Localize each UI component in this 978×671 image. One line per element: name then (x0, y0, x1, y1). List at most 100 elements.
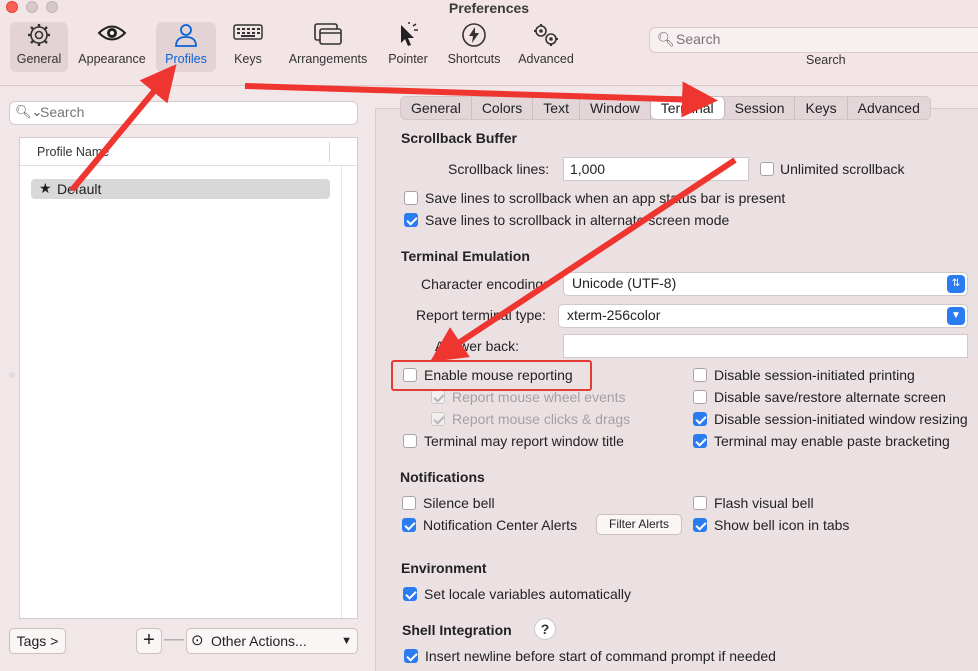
disable-printing-label: Disable session-initiated printing (714, 367, 915, 383)
paste-bracketing-label: Terminal may enable paste bracketing (714, 433, 950, 449)
profile-search[interactable]: 🔍︎⌄ (9, 101, 358, 125)
toolbar-label: Profiles (165, 52, 207, 66)
column-divider (329, 142, 330, 162)
scrollback-heading: Scrollback Buffer (401, 130, 517, 146)
toolbar-label: General (16, 52, 62, 66)
save-status-bar-checkbox[interactable] (404, 191, 418, 205)
split-handle[interactable] (9, 372, 15, 378)
toolbar-shortcuts[interactable]: Shortcuts (443, 22, 505, 72)
mouse-wheel-label: Report mouse wheel events (452, 389, 626, 405)
profile-tabs: General Colors Text Window Terminal Sess… (400, 96, 931, 120)
toolbar-label: Keys (234, 52, 262, 66)
tab-text[interactable]: Text (533, 97, 580, 119)
tab-keys[interactable]: Keys (795, 97, 848, 119)
other-actions-label: Other Actions... (211, 633, 307, 649)
toolbar-keys[interactable]: Keys (224, 22, 272, 72)
scrollback-lines-field[interactable] (563, 157, 749, 181)
report-title-checkbox[interactable] (403, 434, 417, 448)
keyboard-icon (224, 22, 272, 52)
answer-back-label: Answer back: (435, 338, 520, 354)
remove-profile-button[interactable]: — (162, 628, 186, 654)
toolbar-label: Arrangements (288, 52, 368, 66)
preferences-window: Preferences General Appearance Profiles … (0, 0, 978, 671)
insert-newline-checkbox[interactable] (404, 649, 418, 663)
toolbar-label: Shortcuts (447, 52, 501, 66)
flash-bell-label: Flash visual bell (714, 495, 814, 511)
toolbar-search[interactable]: 🔍︎ (649, 27, 978, 53)
center-alerts-label: Notification Center Alerts (423, 517, 578, 533)
star-icon: ★ (39, 180, 52, 196)
flash-bell-checkbox[interactable] (693, 496, 707, 510)
paste-bracketing-checkbox[interactable] (693, 434, 707, 448)
tab-advanced[interactable]: Advanced (848, 97, 930, 119)
disable-alt-screen-checkbox[interactable] (693, 390, 707, 404)
silence-bell-label: Silence bell (423, 495, 495, 511)
silence-bell-checkbox[interactable] (402, 496, 416, 510)
locale-checkbox[interactable] (403, 587, 417, 601)
tab-session[interactable]: Session (725, 97, 796, 119)
profile-search-input[interactable] (40, 104, 340, 120)
toolbar-label: Pointer (388, 52, 428, 66)
insert-newline-label: Insert newline before start of command p… (425, 648, 776, 664)
report-type-label: Report terminal type: (416, 307, 546, 323)
toolbar-arrangements[interactable]: Arrangements (284, 22, 372, 72)
scrollback-lines-label: Scrollback lines: (448, 161, 550, 177)
help-button[interactable]: ? (534, 618, 556, 640)
toolbar-search-input[interactable] (676, 31, 976, 47)
emulation-heading: Terminal Emulation (401, 248, 530, 264)
add-profile-button[interactable]: + (136, 628, 162, 654)
profile-list-header: Profile Name (20, 138, 357, 166)
unlimited-scrollback-checkbox[interactable] (760, 162, 774, 176)
chevron-down-icon: ▼ (947, 307, 965, 325)
person-icon (156, 22, 216, 52)
save-status-bar-label: Save lines to scrollback when an app sta… (425, 190, 786, 206)
bell-icon-checkbox[interactable] (693, 518, 707, 532)
environment-heading: Environment (401, 560, 487, 576)
encoding-popup[interactable]: Unicode (UTF-8) ⇅ (563, 272, 968, 296)
window-title: Preferences (448, 0, 530, 16)
shell-integration-heading: Shell Integration (402, 622, 512, 638)
locale-label: Set locale variables automatically (424, 586, 631, 602)
tab-general[interactable]: General (401, 97, 472, 119)
eye-icon (76, 22, 148, 52)
profile-list: Profile Name ★ Default (19, 137, 358, 619)
answer-back-field[interactable] (563, 334, 968, 358)
center-alerts-checkbox[interactable] (402, 518, 416, 532)
mouse-clicks-checkbox[interactable] (431, 412, 445, 426)
notifications-heading: Notifications (400, 469, 485, 485)
chevron-down-icon: ▼ (341, 635, 352, 647)
other-actions-button[interactable]: ⊙ Other Actions... ▼ (186, 628, 358, 654)
disable-resize-checkbox[interactable] (693, 412, 707, 426)
mouse-wheel-checkbox[interactable] (431, 390, 445, 404)
bell-icon-label: Show bell icon in tabs (714, 517, 850, 533)
tab-window[interactable]: Window (580, 97, 651, 119)
gear-icon (10, 22, 68, 52)
toolbar-advanced[interactable]: Advanced (514, 22, 578, 72)
search-icon: 🔍︎ (657, 31, 675, 47)
save-alternate-checkbox[interactable] (404, 213, 418, 227)
annotation-highlight-box (391, 360, 592, 391)
toolbar-general[interactable]: General (10, 22, 68, 72)
tab-colors[interactable]: Colors (472, 97, 534, 119)
profile-name: Default (57, 181, 102, 197)
profile-row[interactable]: ★ Default (31, 179, 330, 199)
encoding-label: Character encoding: (421, 276, 548, 292)
save-alternate-label: Save lines to scrollback in alternate sc… (425, 212, 730, 228)
disable-alt-screen-label: Disable save/restore alternate screen (714, 389, 946, 405)
tags-button[interactable]: Tags > (9, 628, 66, 654)
report-title-label: Terminal may report window title (424, 433, 624, 449)
disable-printing-checkbox[interactable] (693, 368, 707, 382)
toolbar-label: Advanced (518, 52, 574, 66)
toolbar-profiles[interactable]: Profiles (156, 22, 216, 72)
report-type-combo[interactable]: xterm-256color ▼ (558, 304, 968, 328)
tab-terminal[interactable]: Terminal (650, 97, 725, 119)
profile-name-column-header[interactable]: Profile Name (37, 145, 109, 159)
filter-alerts-button[interactable]: Filter Alerts (596, 514, 682, 535)
toolbar-appearance[interactable]: Appearance (76, 22, 148, 72)
toolbar-pointer[interactable]: Pointer (382, 22, 434, 72)
column-divider (341, 166, 342, 618)
unlimited-scrollback-label: Unlimited scrollback (780, 161, 905, 177)
bolt-icon (443, 22, 505, 52)
more-icon: ⊙ (191, 632, 204, 649)
mouse-clicks-label: Report mouse clicks & drags (452, 411, 631, 427)
